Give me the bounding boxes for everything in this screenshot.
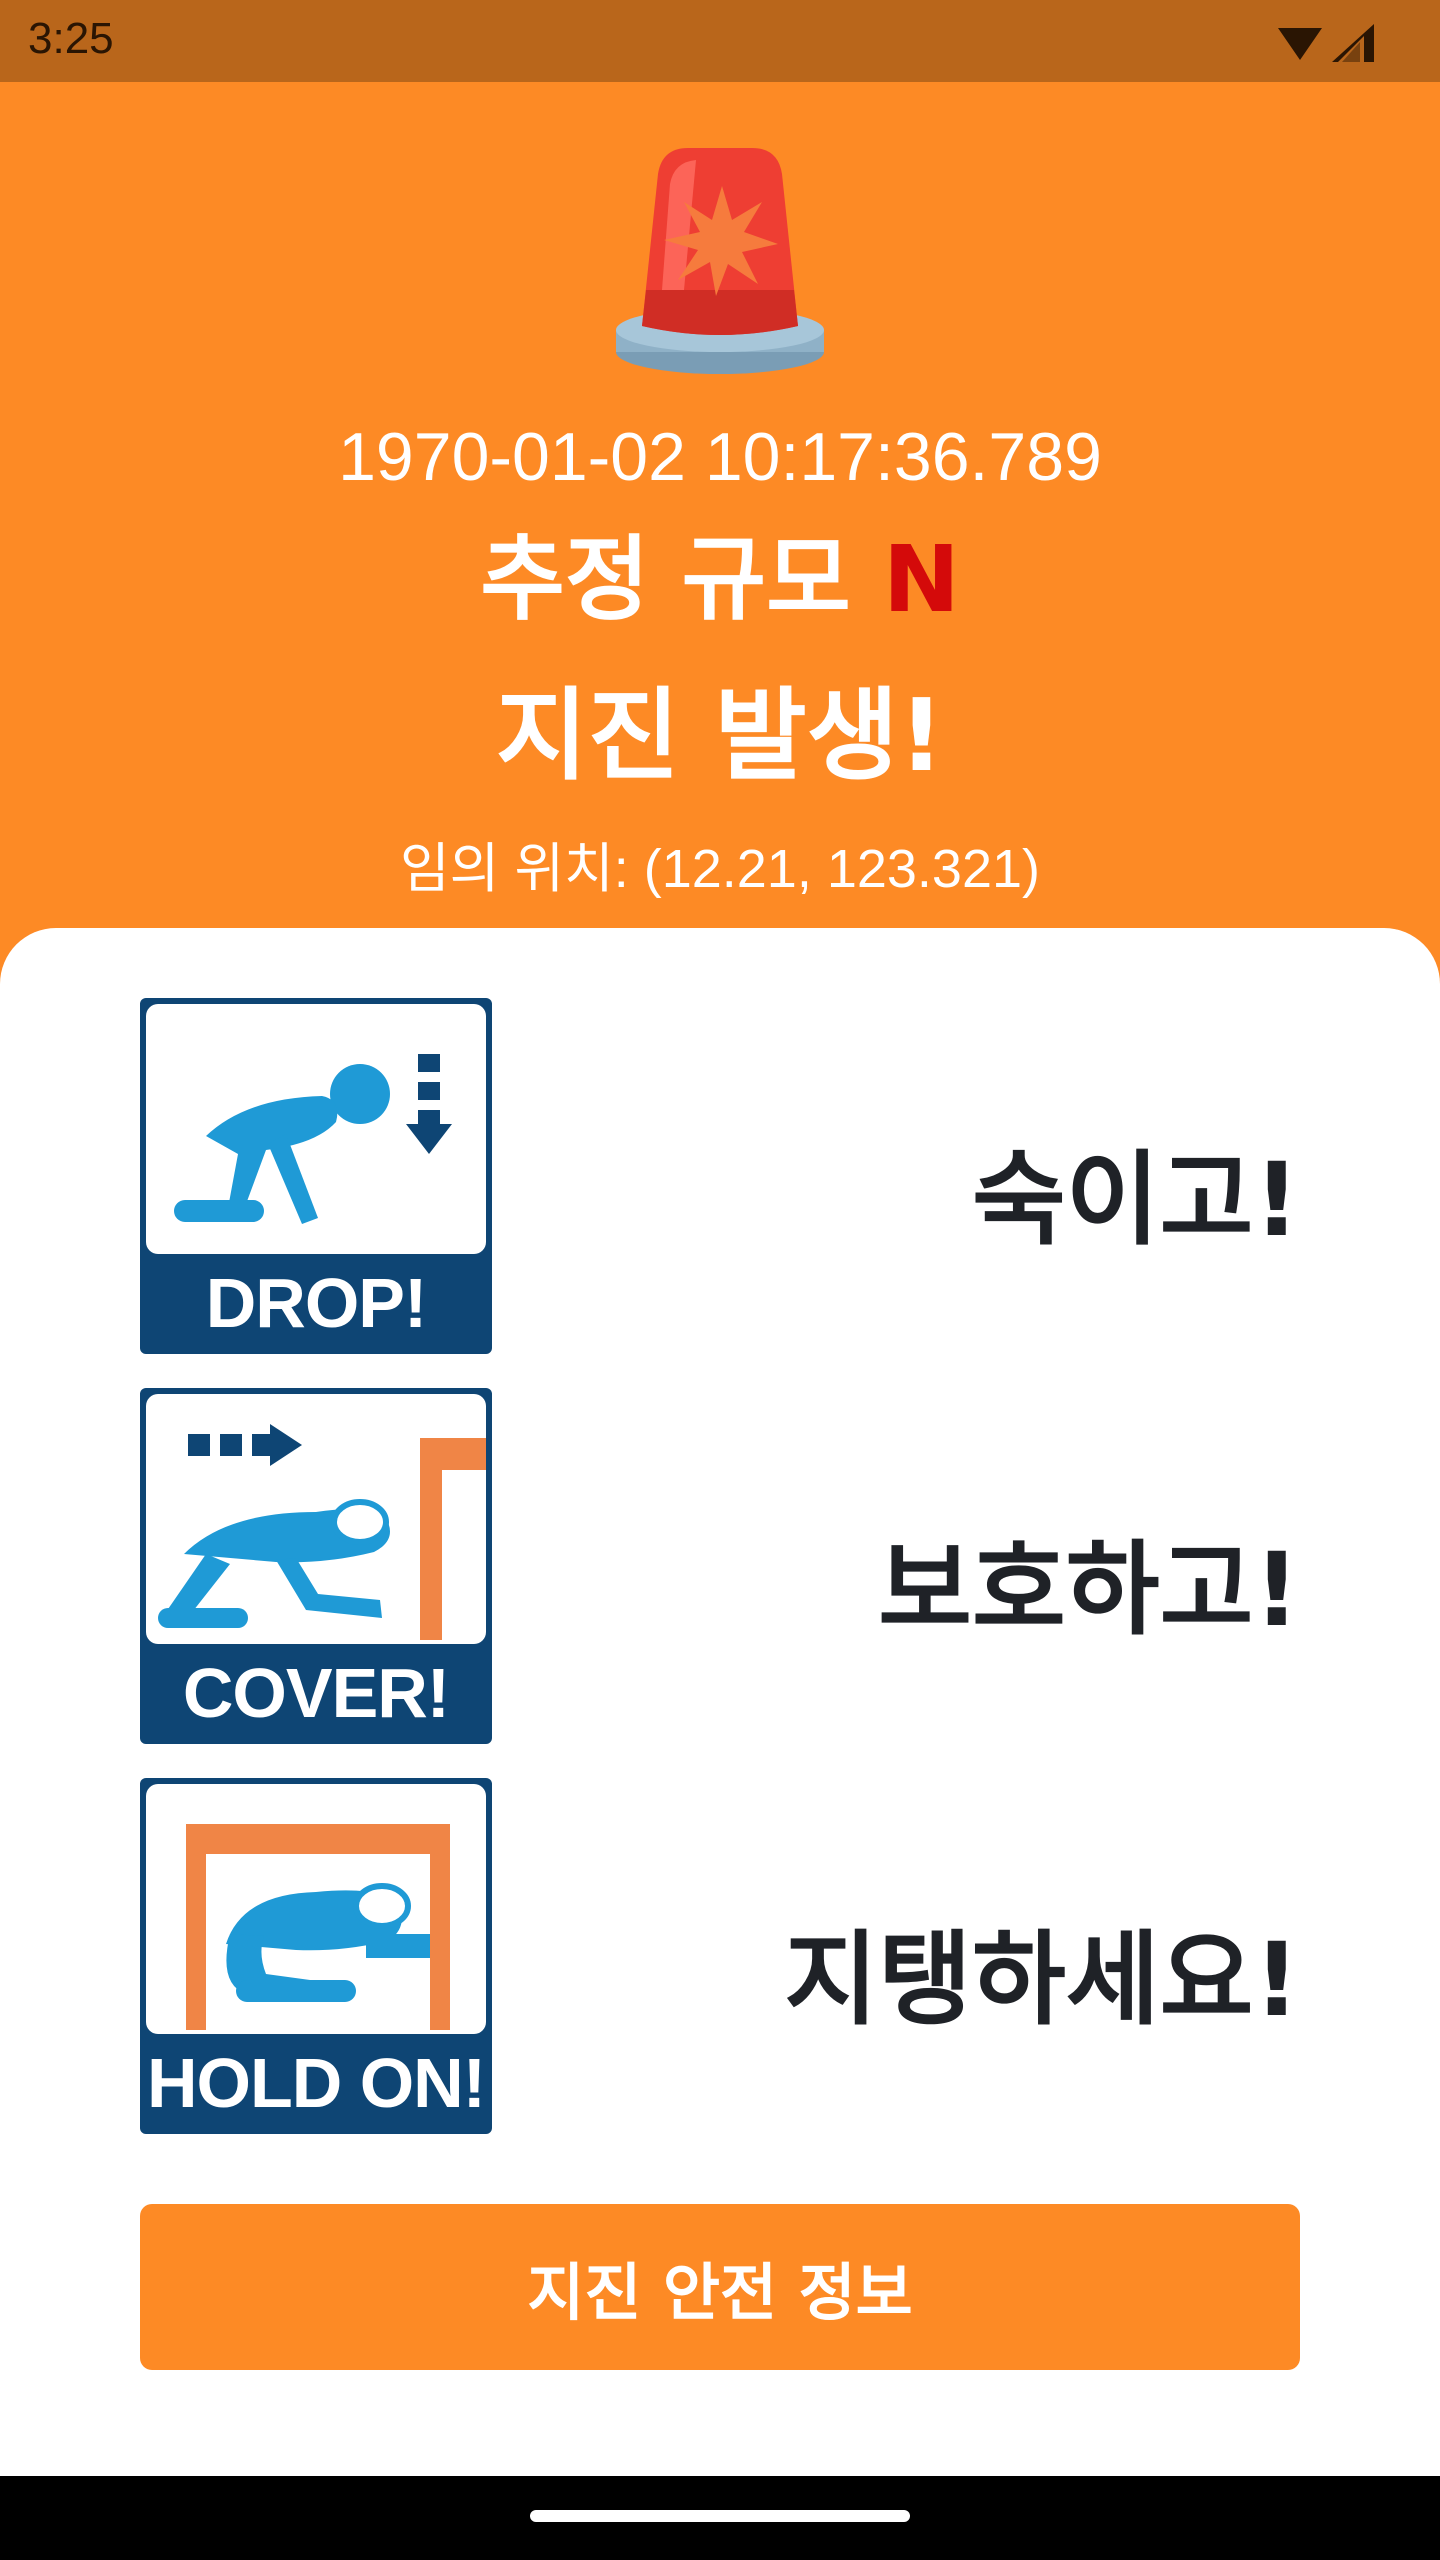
status-time: 3:25 — [28, 14, 114, 63]
alert-location: 임의 위치: (12.21, 123.321) — [399, 839, 1041, 899]
step-hold-on: HOLD ON! 지탱하세요! — [140, 1778, 1300, 2134]
status-icons — [1278, 24, 1374, 62]
estimated-magnitude: 추정 규모 N — [0, 534, 1440, 626]
step-hold-on-text: 지탱하세요! — [784, 1921, 1300, 2040]
drop-badge-label: DROP! — [205, 1264, 428, 1342]
siren-icon — [616, 148, 824, 374]
hold-on-badge-label: HOLD ON! — [146, 2044, 486, 2122]
alert-timestamp: 1970-01-02 10:17:36.789 — [338, 419, 1102, 495]
step-drop-text: 숙이고! — [971, 1141, 1300, 1260]
cover-badge-label: COVER! — [182, 1654, 450, 1732]
home-gesture-handle[interactable] — [530, 2510, 910, 2522]
magnitude-value: N — [882, 526, 960, 633]
hold-on-pictogram-icon: HOLD ON! — [140, 1778, 492, 2134]
step-drop: DROP! 숙이고! — [140, 998, 1300, 1354]
wifi-icon — [1278, 28, 1322, 60]
cover-illustration — [146, 1394, 486, 1644]
app-screen: 3:25 1970-01-02 10:17:36.789 추정 규모 N 지진 … — [0, 0, 1440, 2476]
step-cover-text: 보호하고! — [878, 1531, 1300, 1650]
status-bar: 3:25 — [0, 0, 1440, 82]
alert-headline: 지진 발생! — [495, 677, 945, 794]
drop-illustration — [146, 1004, 486, 1254]
drop-pictogram-icon: DROP! — [140, 998, 492, 1354]
magnitude-label: 추정 규모 — [480, 526, 851, 633]
earthquake-safety-info-button[interactable]: 지진 안전 정보 — [140, 2204, 1300, 2370]
cover-pictogram-icon: COVER! — [140, 1388, 492, 1744]
hold-on-illustration — [146, 1784, 486, 2034]
step-cover: COVER! 보호하고! — [140, 1388, 1300, 1744]
